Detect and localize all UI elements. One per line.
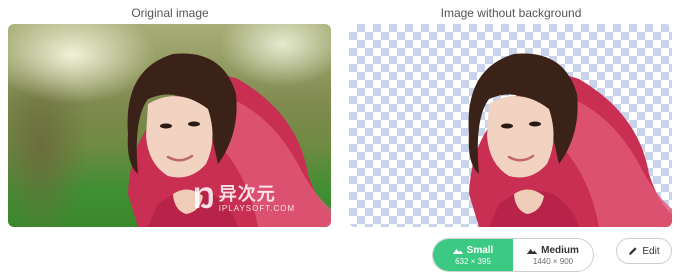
- medium-label: Medium: [541, 244, 579, 256]
- watermark-latin-text: IPLAYSOFT.COM: [218, 204, 296, 213]
- edit-button[interactable]: Edit: [616, 238, 672, 264]
- original-image-title: Original image: [131, 6, 209, 20]
- landscape-image-icon: [527, 249, 538, 254]
- resolution-selector: Small 632 × 395 Medium 1440 × 900: [432, 238, 594, 272]
- watermark-logo-icon: Ŋ: [193, 182, 215, 215]
- small-label: Small: [466, 244, 494, 256]
- watermark: Ŋ 异次元 IPLAYSOFT.COM: [193, 184, 295, 214]
- person-cutout: [468, 53, 672, 227]
- no-background-title: Image without background: [440, 6, 582, 20]
- medium-dimensions: 1440 × 900: [532, 256, 574, 266]
- watermark-chinese-text: 异次元: [218, 184, 276, 204]
- small-resolution-button[interactable]: Small 632 × 395: [433, 239, 513, 271]
- image-without-background: [349, 24, 672, 227]
- pencil-icon: [629, 247, 637, 255]
- original-image: Ŋ 异次元 IPLAYSOFT.COM: [8, 24, 331, 227]
- landscape-image-icon: [452, 249, 463, 254]
- edit-label: Edit: [642, 245, 660, 257]
- medium-resolution-button[interactable]: Medium 1440 × 900: [513, 239, 593, 271]
- small-dimensions: 632 × 395: [455, 256, 491, 266]
